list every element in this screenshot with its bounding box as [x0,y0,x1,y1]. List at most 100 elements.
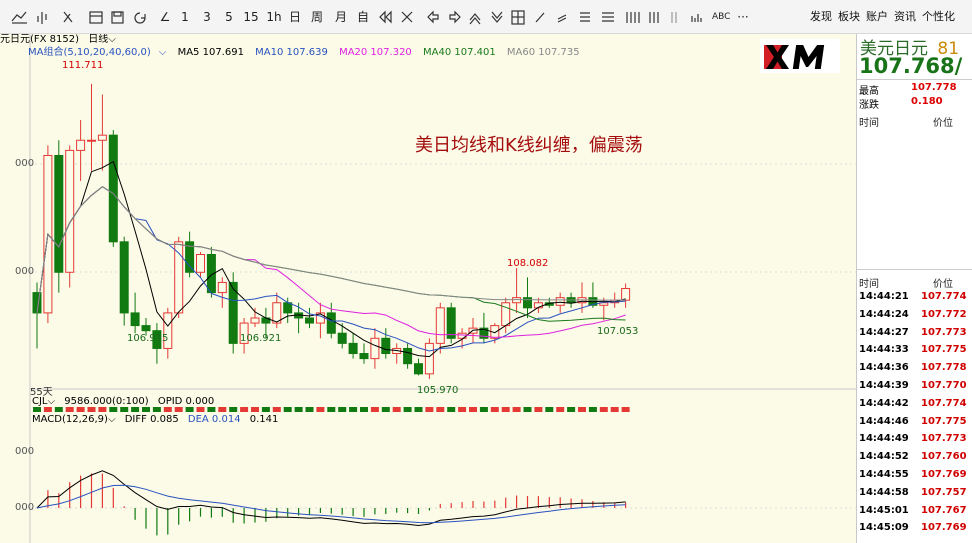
candle-body [54,154,64,273]
high-annotation-2: 108.082 [507,258,549,269]
volume-bar [447,407,456,412]
tick-price: 107.775 [921,344,967,356]
tick-time: 14:44:33 [859,344,909,356]
tick-time: 14:44:52 [859,451,909,463]
candle-body [523,297,532,309]
volume-bar [349,407,358,412]
candle-body [435,307,445,344]
ma40-label: MA40 107.401 [422,47,496,58]
tick-time: 14:44:58 [859,486,909,498]
tick-price: 107.774 [921,397,967,409]
cjl-value: 9586.000(0:100) [64,396,149,407]
tick-price: 107.772 [921,308,967,320]
volume-bar [545,407,554,412]
tick-time: 14:44:24 [859,308,909,320]
candle-body [381,337,391,355]
period-month-button[interactable]: 月 [334,8,348,26]
tick-row: 14:44:58 107.757 [859,484,972,501]
volume-bar [567,407,576,412]
candle-body [119,241,129,314]
tick-price: 107.770 [921,380,967,391]
navigation-tool-icons[interactable] [374,0,724,34]
candle-body [196,254,205,273]
tick-price: 107.769 [921,522,967,534]
volume-bar [588,407,597,412]
opid-value: OPID 0.000 [157,396,215,407]
chart-area[interactable]: 元日元(FX 8152) 日线⌵ MA组合(5,10,20,40,60,0) ⌵ … [0,34,856,543]
macd-chart[interactable] [0,413,856,543]
menu-account[interactable]: 账户 [866,8,888,26]
period-5-button[interactable]: 5 [222,8,236,26]
volume-bar [261,407,270,412]
ma-legend: MA组合(5,10,20,40,60,0) ⌵ MA5 107.691 MA10 … [28,47,588,59]
period-15-button[interactable]: 15 [242,8,260,26]
macd-diff-line [36,470,626,527]
period-1-button[interactable]: 1 [178,8,192,26]
menu-personalize[interactable]: 个性化 [922,8,955,26]
volume-bar [251,407,259,412]
angle-icon[interactable]: ∠ [157,8,173,26]
detail-header: 时间 价位 [859,118,953,129]
candle-body [359,353,369,360]
tick-time: 14:44:42 [859,397,909,409]
period-1h-button[interactable]: 1h [265,8,283,26]
abc-button[interactable]: ABC [712,8,730,26]
volume-bar [316,407,325,412]
volume-bar [381,407,390,412]
tick-price: 107.769 [921,469,967,480]
more-button[interactable]: ··· [735,8,751,26]
ma5-label: MA5 107.691 [177,47,244,58]
volume-bar [360,407,368,412]
period-week-button[interactable]: 周 [310,8,324,26]
tick-price: 107.767 [921,504,967,516]
cjl-label[interactable]: CJL⌵ [32,396,55,407]
tick-row: 14:44:24 107.772 [859,306,972,323]
tick-time: 14:44:49 [859,433,909,445]
macd-diff: DIFF 0.085 [124,414,179,425]
volume-bar [403,407,412,412]
y-axis-label-1: 000 [15,158,35,169]
macd-value: 0.141 [249,414,279,425]
candle-body [348,342,358,355]
volume-bar [610,407,619,412]
menu-sectors[interactable]: 板块 [838,8,860,26]
period-day-button[interactable]: 日 [288,8,302,26]
ma-group-label[interactable]: MA组合(5,10,20,40,60,0) ⌵ [28,47,166,58]
volume-bar [338,407,347,412]
macd-label[interactable]: MACD(12,26,9)⌵ [32,414,116,425]
volume-bar [469,407,477,412]
menu-discover[interactable]: 发现 [810,8,832,26]
candle-body [326,312,336,334]
volume-bar [534,407,543,412]
quote-panel: 美元日元 81 107.768/ 最高 107.778 涨跌 0.180 时间 价位 … [856,34,972,543]
xm-logo [760,39,840,73]
candle-body [305,317,314,324]
symbol-name: 元日元(FX 8152) [0,34,80,45]
tick-row: 14:44:42 107.774 [859,395,972,412]
period-dropdown[interactable]: 日线⌵ [88,34,116,45]
symbol-title: 元日元(FX 8152) 日线⌵ [0,34,116,46]
tick-time: 14:44:55 [859,469,909,480]
macd-y-label-1: 000 [15,446,35,457]
period-custom-button[interactable]: 自 [356,8,370,26]
volume-bar [436,407,445,412]
tick-row: 14:44:49 107.773 [859,430,972,447]
kline-chart[interactable] [0,34,856,413]
volume-bar [512,407,521,412]
period-3-button[interactable]: 3 [200,8,214,26]
macd-y-label-2: 000 [15,502,35,513]
tick-row: 14:45:09 107.769 [859,519,972,536]
volume-bar [414,407,423,412]
volume-bar [523,407,532,412]
menu-news[interactable]: 资讯 [894,8,916,26]
macd-legend: MACD(12,26,9)⌵ DIFF 0.085 DEA 0.014 0.14… [32,414,278,426]
draw-tool-icons[interactable] [0,0,160,34]
ma20-label: MA20 107.320 [339,47,412,58]
tick-row: 14:45:01 107.767 [859,502,972,519]
candle-body [621,288,631,301]
tick-time: 14:45:01 [859,504,909,516]
low-annotation-3: 105.970 [417,385,459,396]
volume-bar [272,407,281,412]
candle-body [403,347,413,365]
volume-bar [599,407,608,412]
